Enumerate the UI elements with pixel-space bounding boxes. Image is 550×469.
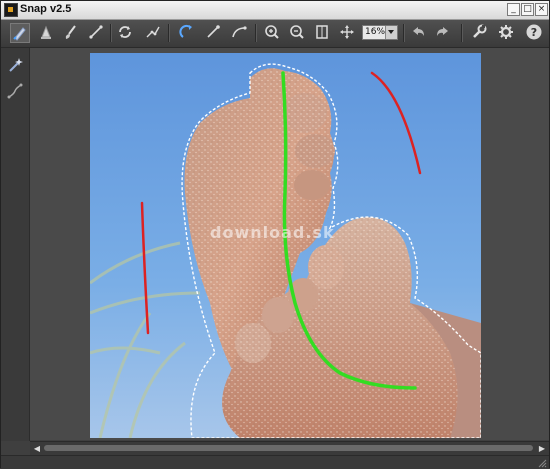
paint-brush-icon bbox=[65, 25, 76, 39]
eraser-icon bbox=[41, 25, 51, 39]
zoom-in-button[interactable] bbox=[263, 23, 283, 43]
line-icon bbox=[89, 25, 103, 39]
close-button[interactable]: × bbox=[535, 3, 548, 16]
resize-grip-icon[interactable] bbox=[537, 458, 547, 468]
title-bar: Snap v2.5 _ □ × bbox=[1, 1, 549, 20]
undo-button[interactable] bbox=[409, 23, 429, 43]
gear-icon bbox=[499, 25, 513, 39]
magic-wand-button[interactable] bbox=[6, 56, 24, 74]
window-title: Snap v2.5 bbox=[20, 3, 72, 15]
undo-icon bbox=[413, 27, 424, 36]
preferences-button[interactable] bbox=[497, 23, 517, 43]
scrollbar-thumb[interactable] bbox=[44, 445, 533, 451]
minimize-button[interactable]: _ bbox=[507, 3, 520, 16]
photo-canvas[interactable]: download.sk bbox=[90, 53, 481, 438]
side-toolbar bbox=[1, 48, 30, 441]
redo-button[interactable] bbox=[434, 23, 454, 43]
paint-selection-icon bbox=[13, 27, 26, 41]
help-button[interactable]: ? bbox=[525, 23, 545, 43]
curve-icon bbox=[232, 26, 247, 38]
zoom-in-icon bbox=[265, 25, 279, 39]
main-toolbar: ? bbox=[1, 20, 549, 48]
zoom-out-icon bbox=[290, 25, 304, 39]
polyline-button[interactable] bbox=[144, 23, 164, 43]
maximize-button[interactable]: □ bbox=[521, 3, 534, 16]
scroll-right-icon[interactable]: ▶ bbox=[538, 444, 546, 453]
settings-wrench-button[interactable] bbox=[470, 23, 490, 43]
refresh-button[interactable] bbox=[116, 23, 136, 43]
photo-image bbox=[90, 53, 481, 438]
paint-selection-button[interactable] bbox=[10, 23, 30, 43]
app-window: Snap v2.5 _ □ × ? 16% download.sk ◀ ▶ bbox=[0, 0, 550, 469]
watermark-text: download.sk bbox=[210, 223, 335, 242]
svg-text:?: ? bbox=[531, 26, 537, 39]
refresh-icon bbox=[119, 26, 131, 38]
canvas-area[interactable]: download.sk bbox=[30, 48, 549, 440]
zoom-out-button[interactable] bbox=[288, 23, 308, 43]
zoom-select[interactable]: 16% bbox=[362, 25, 398, 40]
paint-brush-button[interactable] bbox=[62, 23, 82, 43]
rotate-icon bbox=[179, 24, 192, 38]
fit-icon bbox=[316, 25, 328, 39]
rotate-button[interactable] bbox=[178, 23, 198, 43]
redo-icon bbox=[437, 27, 448, 36]
horizontal-scrollbar[interactable]: ◀ ▶ bbox=[30, 441, 549, 455]
pen-line-icon bbox=[207, 25, 220, 38]
path-tool-button[interactable] bbox=[6, 82, 24, 100]
line-tool-button[interactable] bbox=[87, 23, 107, 43]
fit-to-window-button[interactable] bbox=[313, 23, 333, 43]
scroll-left-icon[interactable]: ◀ bbox=[33, 444, 41, 453]
wrench-icon bbox=[473, 24, 487, 38]
help-icon: ? bbox=[526, 24, 542, 40]
path-icon bbox=[7, 83, 23, 99]
app-logo-icon bbox=[4, 3, 18, 17]
pen-line-button[interactable] bbox=[204, 23, 224, 43]
chevron-down-icon[interactable] bbox=[385, 26, 397, 39]
polyline-icon bbox=[146, 26, 160, 38]
zoom-value: 16% bbox=[365, 27, 386, 37]
eraser-button[interactable] bbox=[37, 23, 57, 43]
status-bar bbox=[1, 455, 549, 469]
pan-icon bbox=[340, 25, 354, 39]
pan-button[interactable] bbox=[338, 23, 358, 43]
curve-button[interactable] bbox=[230, 23, 250, 43]
magic-wand-icon bbox=[9, 58, 23, 72]
